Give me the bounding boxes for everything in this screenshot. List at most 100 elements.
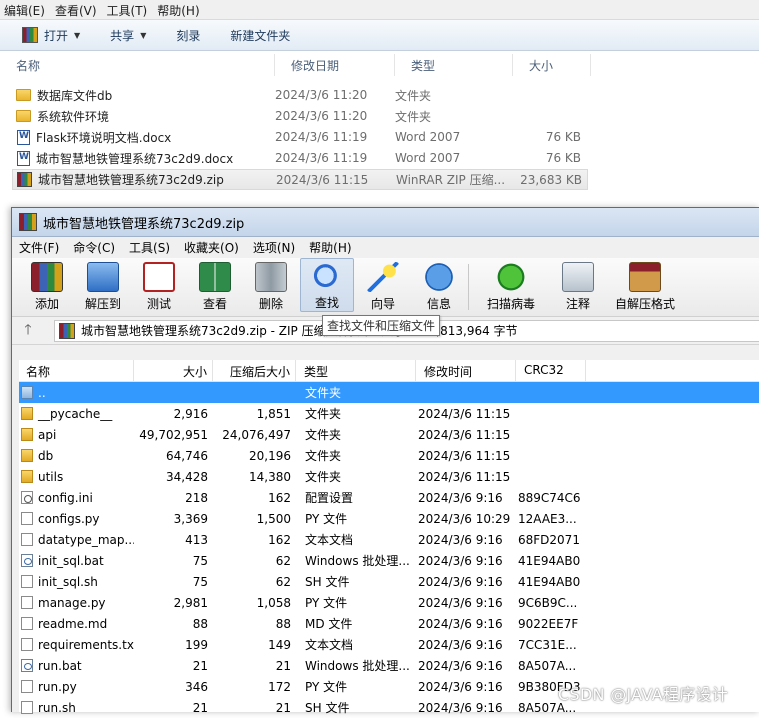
col-packed[interactable]: 压缩后大小 — [213, 360, 296, 381]
col-modified[interactable]: 修改时间 — [416, 360, 516, 381]
archive-row[interactable]: configs.py 3,369 1,500 PY 文件 2024/3/6 10… — [19, 508, 759, 529]
row-packed: 21 — [275, 700, 291, 715]
trash-icon — [255, 262, 287, 292]
archive-row[interactable]: db 64,746 20,196 文件夹 2024/3/6 11:15 — [19, 445, 759, 466]
file-row[interactable]: 数据库文件db 2024/3/6 11:20 文件夹 — [12, 85, 586, 105]
up-arrow-icon[interactable]: 🡑 — [16, 319, 40, 343]
virus-scan-icon — [495, 262, 527, 292]
row-size: 413 — [185, 532, 208, 547]
watermark: CSDN @JAVA程序设计 — [558, 685, 729, 704]
col-size[interactable]: 大小 — [513, 54, 591, 76]
explorer-column-header: 名称 修改日期 类型 大小 — [0, 54, 600, 76]
archive-row[interactable]: datatype_map.... 413 162 文本文档 2024/3/6 9… — [19, 529, 759, 550]
menu-view[interactable]: 查看(V) — [51, 0, 103, 19]
row-name: manage.py — [38, 595, 106, 610]
row-size: 346 — [185, 679, 208, 694]
col-type[interactable]: 类型 — [395, 54, 513, 76]
row-size: 34,428 — [166, 469, 208, 484]
row-crc: 41E94AB0 — [518, 553, 581, 568]
archive-row[interactable]: manage.py 2,981 1,058 PY 文件 2024/3/6 9:1… — [19, 592, 759, 613]
archive-row[interactable]: __pycache__ 2,916 1,851 文件夹 2024/3/6 11:… — [19, 403, 759, 424]
share-button[interactable]: 共享 ▼ — [102, 24, 154, 47]
row-name: config.ini — [38, 490, 93, 505]
menu-help[interactable]: 帮助(H) — [153, 0, 205, 19]
row-type: Windows 批处理... — [305, 554, 410, 568]
menu-commands[interactable]: 命令(C) — [66, 239, 122, 256]
col-date[interactable]: 修改日期 — [275, 54, 395, 76]
word-doc-icon — [17, 129, 30, 145]
menu-favorites[interactable]: 收藏夹(O) — [177, 239, 246, 256]
find-button[interactable]: 查找 — [300, 258, 354, 312]
archive-row[interactable]: config.ini 218 162 配置设置 2024/3/6 9:16 88… — [19, 487, 759, 508]
batch-file-icon — [21, 659, 33, 672]
delete-button[interactable]: 删除 — [244, 258, 298, 312]
file-name: Flask环境说明文档.docx — [36, 130, 172, 145]
menu-tools[interactable]: 工具(S) — [122, 239, 177, 256]
menu-file[interactable]: 文件(F) — [12, 239, 66, 256]
row-packed: 21 — [275, 658, 291, 673]
menu-options[interactable]: 选项(N) — [246, 239, 302, 256]
file-icon — [21, 680, 33, 693]
archive-row[interactable]: requirements.txt 199 149 文本文档 2024/3/6 9… — [19, 634, 759, 655]
row-crc: 889C74C6 — [518, 490, 581, 505]
extract-to-button[interactable]: 解压到 — [76, 258, 130, 312]
menu-edit[interactable]: 编辑(E) — [0, 0, 51, 19]
burn-button[interactable]: 刻录 — [168, 24, 208, 47]
row-modified: 2024/3/6 9:16 — [418, 658, 503, 673]
explorer-command-bar: 打开 ▼ 共享 ▼ 刻录 新建文件夹 — [0, 20, 759, 51]
extract-to-label: 解压到 — [84, 297, 121, 311]
archive-row[interactable]: run.bat 21 21 Windows 批处理... 2024/3/6 9:… — [19, 655, 759, 676]
row-packed: 62 — [275, 553, 291, 568]
file-row[interactable]: 系统软件环境 2024/3/6 11:20 文件夹 — [12, 106, 586, 126]
sfx-label: 自解压格式 — [614, 297, 675, 311]
file-type: 文件夹 — [395, 109, 432, 124]
wizard-label: 向导 — [370, 297, 395, 311]
row-modified: 2024/3/6 9:16 — [418, 532, 503, 547]
row-modified: 2024/3/6 9:16 — [418, 700, 503, 715]
archive-row[interactable]: readme.md 88 88 MD 文件 2024/3/6 9:16 9022… — [19, 613, 759, 634]
archive-row[interactable]: init_sql.sh 75 62 SH 文件 2024/3/6 9:16 41… — [19, 571, 759, 592]
new-folder-button[interactable]: 新建文件夹 — [222, 24, 298, 47]
col-crc32[interactable]: CRC32 — [516, 360, 586, 381]
find-tooltip: 查找文件和压缩文件 — [322, 315, 441, 336]
file-row[interactable]: Flask环境说明文档.docx 2024/3/6 11:19 Word 200… — [12, 127, 586, 147]
add-button[interactable]: 添加 — [20, 258, 74, 312]
archive-row-selected[interactable]: .. 文件夹 — [19, 382, 759, 403]
row-size: 75 — [192, 574, 208, 589]
archive-file-list: 名称 大小 压缩后大小 类型 修改时间 CRC32 .. 文件夹 __pycac… — [19, 360, 759, 715]
sfx-button[interactable]: 自解压格式 — [607, 258, 683, 312]
col-name[interactable]: 名称 — [19, 360, 134, 381]
chevron-down-icon: ▼ — [140, 30, 147, 40]
winrar-zip-icon — [17, 172, 32, 187]
row-size: 88 — [192, 616, 208, 631]
row-type: 文件夹 — [305, 407, 342, 421]
archive-row[interactable]: api 49,702,951 24,076,497 文件夹 2024/3/6 1… — [19, 424, 759, 445]
wizard-button[interactable]: 向导 — [356, 258, 410, 312]
file-date: 2024/3/6 11:15 — [276, 172, 369, 187]
view-button[interactable]: 查看 — [188, 258, 242, 312]
menu-help[interactable]: 帮助(H) — [302, 239, 358, 256]
menu-tools[interactable]: 工具(T) — [103, 0, 154, 19]
file-row[interactable]: 城市智慧地铁管理系统73c2d9.docx 2024/3/6 11:19 Wor… — [12, 148, 586, 168]
info-icon — [423, 262, 455, 292]
file-name: 城市智慧地铁管理系统73c2d9.docx — [36, 151, 234, 166]
file-type: Word 2007 — [395, 130, 461, 144]
open-button[interactable]: 打开 ▼ — [14, 24, 88, 47]
winrar-toolbar: 添加 解压到 测试 查看 删除 查找 向导 信息 扫描病毒 注释 自解压格式 — [12, 258, 759, 317]
virus-scan-label: 扫描病毒 — [486, 297, 535, 311]
archive-row[interactable]: init_sql.bat 75 62 Windows 批处理... 2024/3… — [19, 550, 759, 571]
col-type[interactable]: 类型 — [296, 360, 416, 381]
winrar-titlebar[interactable]: 城市智慧地铁管理系统73c2d9.zip — [12, 208, 759, 237]
comment-button[interactable]: 注释 — [551, 258, 605, 312]
file-row-selected[interactable]: 城市智慧地铁管理系统73c2d9.zip 2024/3/6 11:15 WinR… — [12, 169, 588, 190]
test-button[interactable]: 测试 — [132, 258, 186, 312]
row-name: init_sql.sh — [38, 574, 98, 589]
info-button[interactable]: 信息 — [412, 258, 466, 312]
archive-row[interactable]: utils 34,428 14,380 文件夹 2024/3/6 11:15 — [19, 466, 759, 487]
col-size[interactable]: 大小 — [134, 360, 213, 381]
row-type: 文本文档 — [305, 533, 354, 547]
col-name[interactable]: 名称 — [0, 54, 275, 76]
file-icon — [21, 638, 33, 651]
virus-scan-button[interactable]: 扫描病毒 — [473, 258, 549, 312]
row-modified: 2024/3/6 9:16 — [418, 574, 503, 589]
